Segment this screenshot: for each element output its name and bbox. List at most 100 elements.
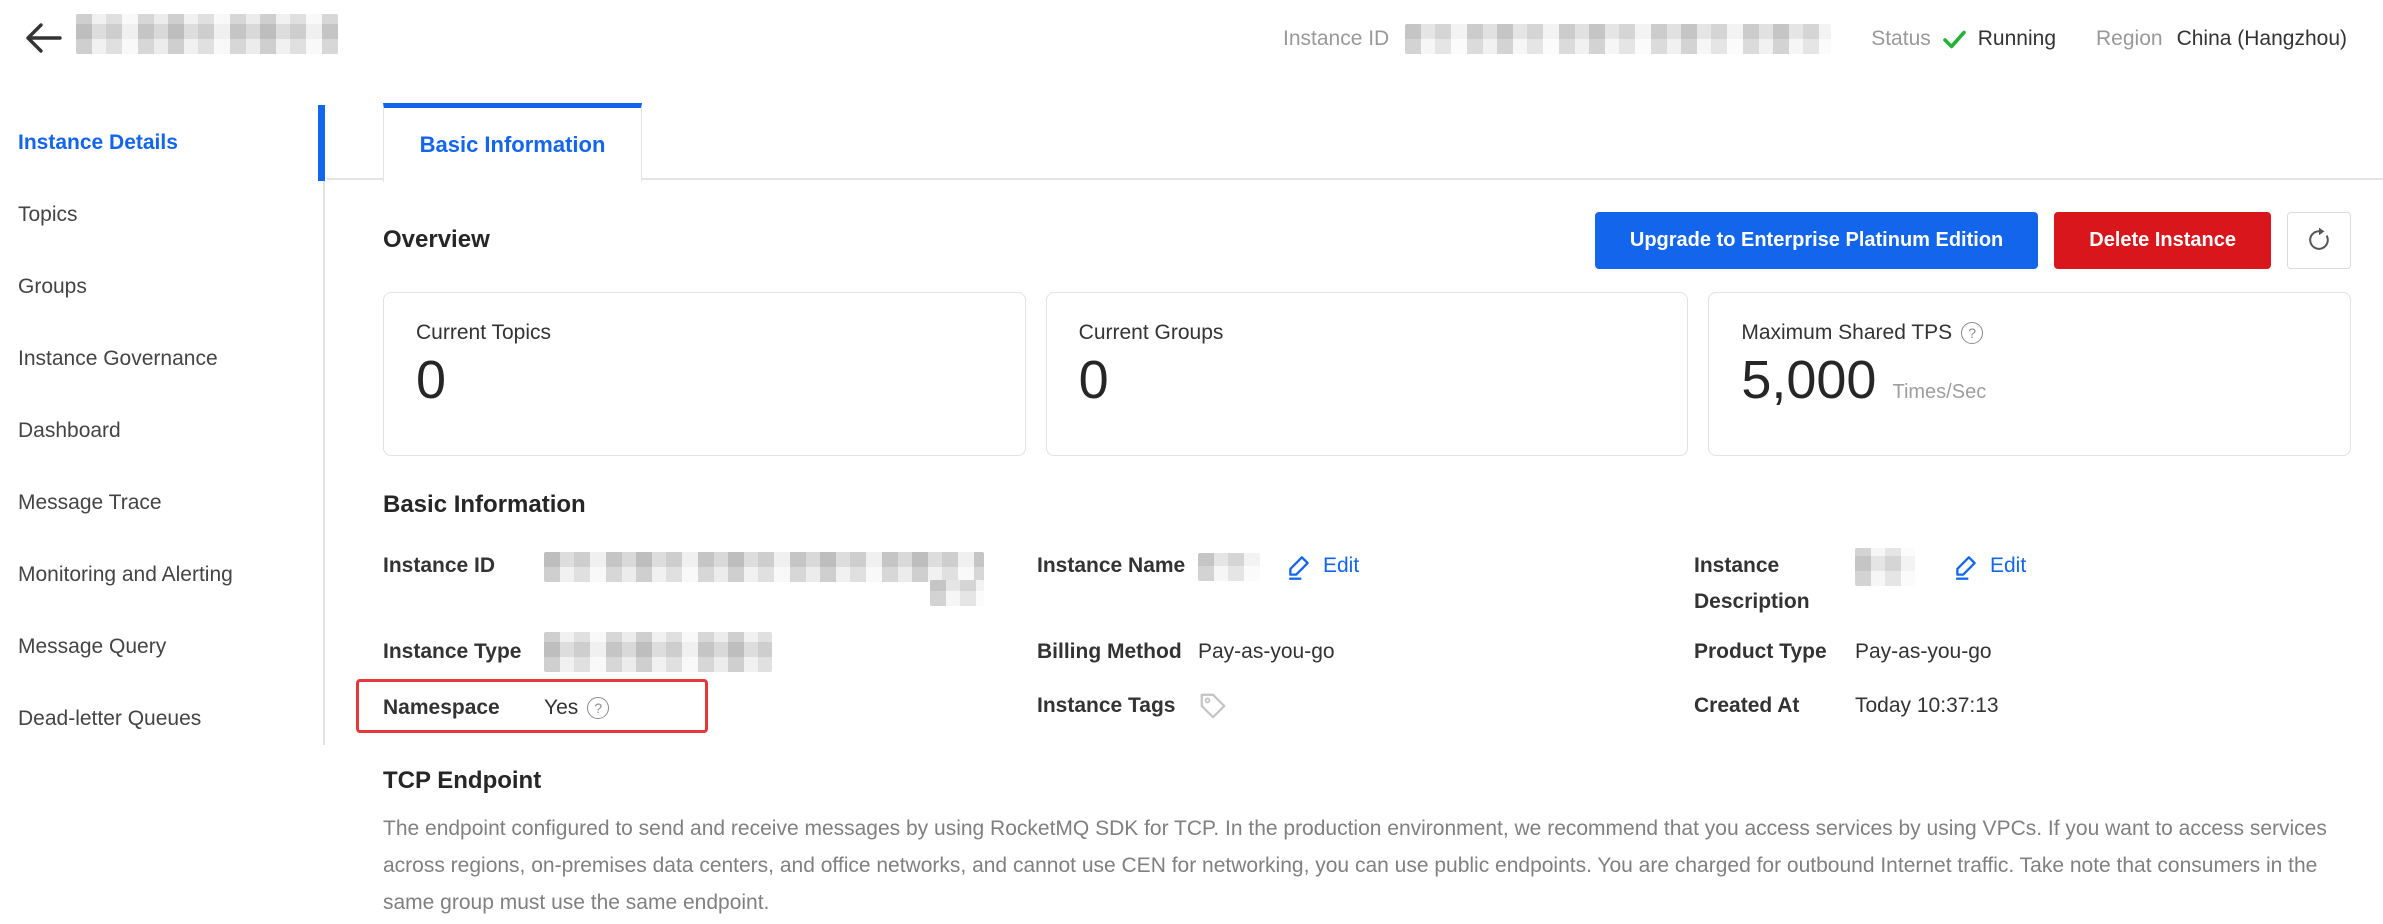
- sidebar-item-monitoring-and-alerting[interactable]: Monitoring and Alerting: [0, 539, 323, 611]
- sidebar-item-groups[interactable]: Groups: [0, 251, 323, 323]
- instance-id-value-redacted: [930, 580, 984, 606]
- sidebar-item-instance-details[interactable]: Instance Details: [0, 107, 323, 179]
- field-value: Edit: [1855, 548, 2026, 586]
- region-value: China (Hangzhou): [2177, 27, 2347, 51]
- field-created-at: Created At Today 10:37:13: [1694, 688, 2351, 724]
- delete-instance-button[interactable]: Delete Instance: [2054, 212, 2271, 269]
- card-unit: Times/Sec: [1892, 381, 1986, 404]
- field-label: Instance Tags: [1037, 688, 1198, 724]
- refresh-icon: [2305, 226, 2333, 254]
- card-label: Maximum Shared TPS: [1741, 321, 1952, 345]
- field-instance-tags: Instance Tags: [1037, 688, 1694, 724]
- overview-title: Overview: [383, 226, 490, 254]
- fields-column-2: Instance Name Edit: [1037, 548, 1694, 726]
- sidebar-item-message-trace[interactable]: Message Trace: [0, 467, 323, 539]
- card-value: 0: [416, 349, 446, 411]
- status-label: Status: [1871, 27, 1931, 51]
- edit-pencil-icon: [1951, 551, 1981, 581]
- sidebar-item-instance-governance[interactable]: Instance Governance: [0, 323, 323, 395]
- sidebar-item-label: Dead-letter Queues: [18, 707, 201, 731]
- sidebar-item-label: Monitoring and Alerting: [18, 563, 233, 587]
- status-check-icon: [1941, 26, 1968, 53]
- instance-description-value-redacted: [1855, 548, 1915, 586]
- region-label: Region: [2096, 27, 2163, 51]
- tps-help-icon[interactable]: ?: [1961, 322, 1983, 344]
- header-meta: Instance ID Status Running Region China …: [1283, 24, 2347, 54]
- field-instance-description: Instance Description Edit: [1694, 548, 2351, 620]
- instance-tags-button[interactable]: [1198, 691, 1228, 721]
- edit-instance-description-link[interactable]: Edit: [1951, 548, 2026, 584]
- tcp-endpoint-description: The endpoint configured to send and rece…: [383, 810, 2351, 921]
- overview-header-row: Overview Upgrade to Enterprise Platinum …: [383, 210, 2351, 270]
- sidebar: Instance Details Topics Groups Instance …: [0, 107, 325, 745]
- page-title-redacted: [76, 14, 338, 54]
- field-label: Instance Type: [383, 634, 544, 670]
- card-value: 0: [1079, 349, 1109, 411]
- field-label: Billing Method: [1037, 634, 1198, 670]
- edit-instance-name-link[interactable]: Edit: [1284, 548, 1359, 584]
- card-label: Current Topics: [416, 321, 993, 345]
- field-billing-method: Billing Method Pay-as-you-go: [1037, 634, 1694, 670]
- card-current-groups: Current Groups 0: [1046, 292, 1689, 456]
- edit-label: Edit: [1323, 548, 1359, 584]
- sidebar-item-dashboard[interactable]: Dashboard: [0, 395, 323, 467]
- field-label: Namespace: [383, 690, 544, 726]
- sidebar-item-label: Instance Details: [18, 131, 178, 155]
- upgrade-button[interactable]: Upgrade to Enterprise Platinum Edition: [1595, 212, 2038, 269]
- field-value: Yes ?: [544, 690, 609, 726]
- field-label: Instance ID: [383, 548, 544, 584]
- field-label: Instance Name: [1037, 548, 1198, 584]
- tag-icon: [1198, 691, 1228, 721]
- tab-label: Basic Information: [420, 132, 606, 158]
- tab-bar: Basic Information: [327, 103, 2383, 180]
- content-area: Overview Upgrade to Enterprise Platinum …: [327, 210, 2383, 921]
- field-value: [544, 634, 772, 672]
- instance-id-value-redacted: [1405, 24, 1831, 54]
- instance-type-value-redacted: [544, 632, 772, 672]
- instance-details-page: Instance ID Status Running Region China …: [0, 0, 2383, 924]
- main-panel: Basic Information Overview Upgrade to En…: [327, 103, 2383, 924]
- sidebar-item-label: Message Trace: [18, 491, 162, 515]
- sidebar-item-label: Topics: [18, 203, 78, 227]
- refresh-button[interactable]: [2287, 212, 2351, 269]
- sidebar-item-label: Dashboard: [18, 419, 121, 443]
- field-label: Product Type: [1694, 634, 1855, 670]
- namespace-value: Yes: [544, 690, 578, 726]
- back-button[interactable]: [20, 16, 64, 60]
- field-instance-id: Instance ID: [383, 548, 1037, 620]
- field-value: Edit: [1198, 548, 1359, 584]
- sidebar-item-label: Instance Governance: [18, 347, 218, 371]
- sidebar-item-dead-letter-queues[interactable]: Dead-letter Queues: [0, 683, 323, 755]
- edit-label: Edit: [1990, 548, 2026, 584]
- card-maximum-shared-tps: Maximum Shared TPS ? 5,000 Times/Sec: [1708, 292, 2351, 456]
- status-value: Running: [1978, 27, 2056, 51]
- card-current-topics: Current Topics 0: [383, 292, 1026, 456]
- field-label: Instance Description: [1694, 548, 1855, 620]
- created-at-value: Today 10:37:13: [1855, 688, 1999, 724]
- namespace-help-icon[interactable]: ?: [587, 697, 609, 719]
- instance-id-label: Instance ID: [1283, 27, 1389, 51]
- product-type-value: Pay-as-you-go: [1855, 634, 1992, 670]
- field-namespace: Namespace Yes ?: [383, 690, 1037, 726]
- field-product-type: Product Type Pay-as-you-go: [1694, 634, 2351, 670]
- tab-basic-information[interactable]: Basic Information: [383, 103, 642, 182]
- action-buttons: Upgrade to Enterprise Platinum Edition D…: [1595, 212, 2351, 269]
- field-instance-name: Instance Name Edit: [1037, 548, 1694, 620]
- edit-pencil-icon: [1284, 551, 1314, 581]
- field-label: Created At: [1694, 688, 1855, 724]
- fields-column-3: Instance Description Edit: [1694, 548, 2351, 726]
- instance-id-value-redacted: [544, 552, 984, 582]
- fields-column-1: Instance ID Instance Type: [383, 548, 1037, 726]
- sidebar-item-message-query[interactable]: Message Query: [0, 611, 323, 683]
- tcp-endpoint-title: TCP Endpoint: [383, 766, 2351, 796]
- active-indicator-bar: [318, 105, 325, 181]
- sidebar-item-label: Groups: [18, 275, 87, 299]
- card-label: Current Groups: [1079, 321, 1656, 345]
- card-value: 5,000: [1741, 349, 1876, 411]
- instance-name-value-redacted: [1198, 553, 1260, 581]
- basic-information-title: Basic Information: [383, 490, 2351, 520]
- basic-information-fields: Instance ID Instance Type: [383, 548, 2351, 726]
- sidebar-item-topics[interactable]: Topics: [0, 179, 323, 251]
- field-instance-type: Instance Type: [383, 634, 1037, 672]
- field-value: [544, 548, 984, 582]
